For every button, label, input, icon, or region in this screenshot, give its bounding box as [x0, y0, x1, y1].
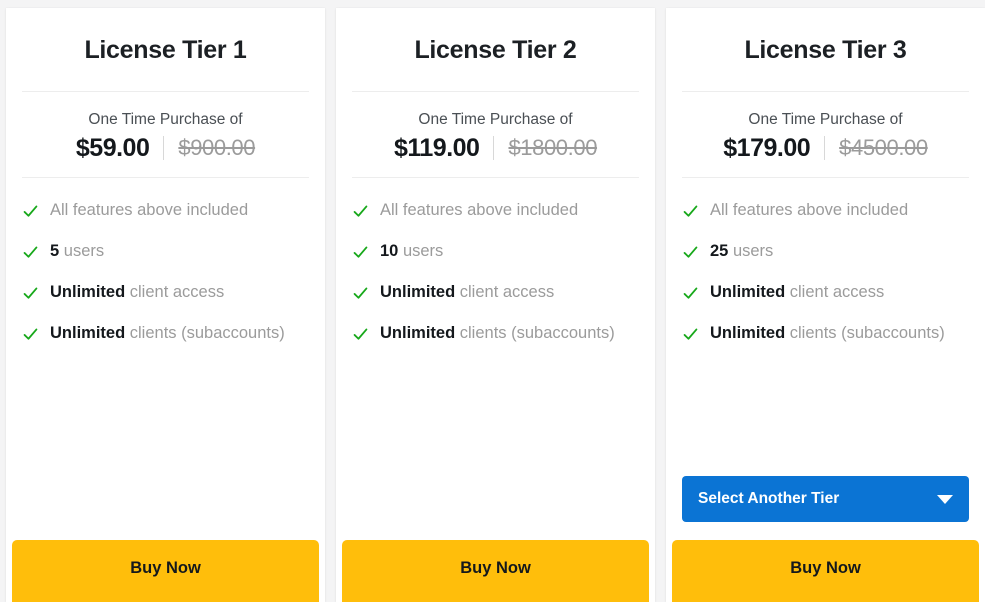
check-icon: [22, 244, 39, 261]
price-current: $179.00: [723, 134, 811, 163]
check-icon: [352, 285, 369, 302]
feature-emphasis: Unlimited: [710, 324, 786, 343]
feature-emphasis: Unlimited: [380, 324, 456, 343]
price-caption: One Time Purchase of: [418, 111, 573, 128]
feature-list: All features above included 25 users Unlim…: [682, 178, 969, 474]
feature-emphasis: Unlimited: [710, 283, 786, 302]
price-row: $119.00 $1800.00: [352, 133, 639, 163]
feature-list-item: Unlimited client access: [352, 282, 639, 303]
price-separator: [824, 136, 826, 161]
feature-label: All features above included: [710, 200, 908, 221]
feature-label: Unlimited clients (subaccounts): [380, 323, 615, 344]
tier-title: License Tier 1: [84, 36, 247, 64]
feature-list-item: All features above included: [352, 200, 639, 221]
feature-rest: clients (subaccounts): [785, 324, 945, 343]
feature-label: 5 users: [50, 241, 104, 262]
tier-title: License Tier 2: [414, 36, 577, 64]
feature-rest: users: [398, 242, 444, 261]
check-icon: [682, 203, 699, 220]
price-current: $59.00: [75, 134, 150, 163]
chevron-down-icon: [937, 494, 953, 504]
pricing-tier-grid: License Tier 1 One Time Purchase of $59.00…: [0, 0, 985, 602]
feature-list-item: Unlimited clients (subaccounts): [22, 323, 309, 344]
price-block: One Time Purchase of $179.00 $4500.00: [682, 92, 969, 177]
buy-now-button[interactable]: Buy Now: [12, 540, 319, 602]
price-block: One Time Purchase of $59.00 $900.00: [22, 92, 309, 177]
feature-label: Unlimited client access: [50, 282, 224, 303]
pricing-card-footer: Buy Now: [336, 540, 655, 602]
price-original-strikethrough: $4500.00: [839, 134, 928, 160]
select-another-tier-label: Select Another Tier: [698, 490, 840, 507]
check-icon: [352, 244, 369, 261]
check-icon: [352, 326, 369, 343]
feature-list: All features above included 5 users Unlimi…: [22, 178, 309, 540]
price-original-strikethrough: $1800.00: [508, 134, 598, 160]
select-another-tier-dropdown[interactable]: Select Another Tier: [682, 476, 969, 522]
feature-label: 10 users: [380, 241, 443, 262]
feature-label: Unlimited client access: [380, 282, 554, 303]
feature-list-item: All features above included: [22, 200, 309, 221]
check-icon: [22, 285, 39, 302]
price-block: One Time Purchase of $119.00 $1800.00: [352, 92, 639, 177]
feature-list-item: 10 users: [352, 241, 639, 262]
pricing-card: License Tier 1 One Time Purchase of $59.00…: [6, 8, 325, 602]
pricing-card: License Tier 2 One Time Purchase of $119.0…: [336, 8, 655, 602]
feature-label: Unlimited client access: [710, 282, 884, 303]
check-icon: [682, 285, 699, 302]
feature-rest: clients (subaccounts): [125, 324, 285, 343]
price-separator: [163, 136, 165, 161]
check-icon: [22, 203, 39, 220]
feature-emphasis: Unlimited: [50, 283, 126, 302]
pricing-card-body: License Tier 3 One Time Purchase of $179.0…: [666, 8, 985, 540]
feature-rest: All features above included: [710, 201, 909, 220]
feature-list-item: Unlimited client access: [682, 282, 969, 303]
feature-list-item: 25 users: [682, 241, 969, 262]
feature-list-item: All features above included: [682, 200, 969, 221]
tier-title: License Tier 3: [744, 36, 907, 64]
feature-label: Unlimited clients (subaccounts): [50, 323, 285, 344]
price-current: $119.00: [393, 134, 480, 163]
feature-rest: users: [59, 242, 105, 261]
feature-list-item: Unlimited clients (subaccounts): [352, 323, 639, 344]
price-row: $179.00 $4500.00: [682, 133, 969, 163]
price-row: $59.00 $900.00: [22, 133, 309, 163]
pricing-card-body: License Tier 1 One Time Purchase of $59.00…: [6, 8, 325, 540]
feature-rest: All features above included: [380, 201, 579, 220]
check-icon: [682, 244, 699, 261]
feature-rest: client access: [125, 283, 225, 302]
price-caption: One Time Purchase of: [748, 111, 903, 128]
feature-list-item: Unlimited clients (subaccounts): [682, 323, 969, 344]
pricing-card: License Tier 3 One Time Purchase of $179.0…: [666, 8, 985, 602]
feature-label: All features above included: [50, 200, 248, 221]
feature-rest: clients (subaccounts): [455, 324, 615, 343]
price-original-strikethrough: $900.00: [178, 134, 256, 160]
buy-now-button[interactable]: Buy Now: [342, 540, 649, 602]
feature-emphasis: 10: [380, 242, 399, 261]
feature-rest: All features above included: [50, 201, 249, 220]
feature-emphasis: Unlimited: [380, 283, 456, 302]
price-separator: [493, 136, 495, 161]
feature-list: All features above included 10 users Unlim…: [352, 178, 639, 540]
check-icon: [352, 203, 369, 220]
price-caption: One Time Purchase of: [88, 111, 243, 128]
buy-now-button[interactable]: Buy Now: [672, 540, 979, 602]
feature-rest: users: [728, 242, 774, 261]
feature-rest: client access: [455, 283, 555, 302]
feature-emphasis: Unlimited: [50, 324, 126, 343]
feature-list-item: Unlimited client access: [22, 282, 309, 303]
feature-label: All features above included: [380, 200, 578, 221]
feature-emphasis: 5: [50, 242, 60, 261]
feature-label: Unlimited clients (subaccounts): [710, 323, 945, 344]
check-icon: [682, 326, 699, 343]
pricing-card-footer: Buy Now: [666, 540, 985, 602]
feature-label: 25 users: [710, 241, 773, 262]
feature-rest: client access: [785, 283, 885, 302]
check-icon: [22, 326, 39, 343]
pricing-card-footer: Buy Now: [6, 540, 325, 602]
feature-emphasis: 25: [710, 242, 729, 261]
pricing-card-body: License Tier 2 One Time Purchase of $119.0…: [336, 8, 655, 540]
feature-list-item: 5 users: [22, 241, 309, 262]
